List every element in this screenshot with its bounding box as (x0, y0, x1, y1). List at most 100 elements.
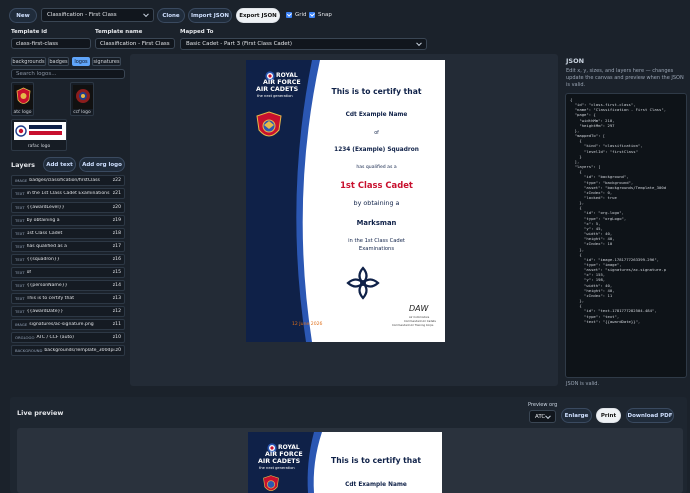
snap-checkbox[interactable] (309, 12, 315, 18)
export-json-button[interactable]: Export JSON (236, 8, 280, 23)
preview-brand-line-1: ROYAL (278, 444, 300, 451)
layer-name: {{awardLevel}} (26, 205, 65, 210)
layer-row[interactable]: TEXT by obtaining a z19 (11, 215, 125, 226)
print-button[interactable]: Print (596, 408, 621, 423)
preview-org-select[interactable]: ATC (529, 410, 556, 423)
chevron-down-icon (416, 40, 422, 47)
layer-row[interactable]: BACKGROUND backgrounds/Template_300dpi...… (11, 345, 125, 356)
layer-type: TEXT (15, 244, 25, 249)
layer-type: ORGLOGO (15, 335, 35, 340)
template-id-input[interactable]: class-first-class (11, 38, 91, 49)
json-title: JSON (566, 57, 585, 65)
preview-org-label: Preview org (528, 402, 558, 408)
chevron-down-icon (143, 11, 149, 18)
layer-name: of (26, 270, 32, 275)
layer-row[interactable]: TEXT {{awardLevel}} z20 (11, 202, 125, 213)
cert-level: Marksman (356, 219, 397, 227)
cert-exams-line-1: in the 1st Class Cadet (348, 238, 405, 244)
layer-z: z22 (112, 178, 121, 183)
snap-label: Snap (318, 12, 332, 18)
add-org-logo-button[interactable]: Add org logo (79, 157, 125, 172)
layer-z: z17 (112, 244, 121, 249)
preview-brand-line-4: the next generation (259, 466, 295, 470)
layer-z: z11 (112, 322, 121, 327)
preview-org-value: ATC (535, 413, 546, 420)
json-description: Edit x, y, sizes, and layers here — chan… (566, 68, 684, 88)
brand-line-2: AIR FORCE (263, 79, 301, 86)
layer-type: TEXT (15, 270, 25, 275)
logo-search-input[interactable]: Search logos... (11, 69, 125, 79)
layer-row[interactable]: ORGLOGO ATC / CCF (auto) z10 (11, 332, 125, 343)
enlarge-button[interactable]: Enlarge (561, 408, 592, 423)
tab-backgrounds[interactable]: backgrounds (11, 57, 46, 66)
cert-person-name: Cdt Example Name (345, 112, 408, 118)
logo-card-ccf[interactable]: ccf logo (70, 82, 94, 116)
layer-row[interactable]: TEXT {{squadron}} z16 (11, 254, 125, 265)
logo-card-rafac[interactable]: rafac logo (11, 119, 67, 151)
layer-row[interactable]: IMAGE signatures/ac-signature.png z11 (11, 319, 125, 330)
cert-exams-line-2: Examinations (358, 246, 395, 252)
layer-z: z0 (115, 348, 121, 353)
clone-button[interactable]: Clone (157, 8, 185, 23)
layer-type: TEXT (15, 205, 25, 210)
tab-signatures[interactable]: signatures (92, 57, 121, 66)
template-id-label: Template id (11, 29, 48, 35)
new-button[interactable]: New (9, 8, 37, 23)
layer-row[interactable]: TEXT has qualified as a z17 (11, 241, 125, 252)
layer-row[interactable]: TEXT 1st Class Cadet z18 (11, 228, 125, 239)
cert-of: of (374, 131, 379, 136)
logo-caption-atc: atc logo (13, 110, 32, 115)
json-editor-content: { "id": "class-first-class", "name": "Cl… (570, 97, 667, 324)
cert-date: 12 June 2026 (292, 322, 323, 327)
download-pdf-button[interactable]: Download PDF (626, 408, 674, 423)
logo-caption-ccf: ccf logo (73, 110, 91, 115)
layer-z: z19 (112, 218, 121, 223)
grid-checkbox[interactable] (286, 12, 292, 18)
logo-caption-rafac: rafac logo (27, 144, 51, 149)
add-text-button[interactable]: Add text (43, 157, 76, 172)
layer-row[interactable]: TEXT {{awardDate}} z12 (11, 306, 125, 317)
brand-line-1: ROYAL (276, 72, 298, 79)
mapped-to-value: Basic Cadet - Part 3 (First Class Cadet) (186, 41, 292, 47)
json-editor[interactable]: { "id": "class-first-class", "name": "Cl… (565, 93, 687, 378)
logo-search-placeholder: Search logos... (16, 71, 57, 77)
layer-name: signatures/ac-signature.png (29, 322, 94, 327)
layer-name: 1st Class Cadet (26, 231, 63, 236)
cert-qualified: has qualified as a (356, 165, 397, 170)
tab-badges[interactable]: badges (48, 57, 69, 66)
layer-row[interactable]: TEXT This is to certify that z13 (11, 293, 125, 304)
layer-row[interactable]: TEXT {{personName}} z14 (11, 280, 125, 291)
layer-row[interactable]: IMAGE badges/classification/firstClass z22 (11, 175, 125, 186)
layers-title: Layers (11, 161, 36, 169)
template-select[interactable]: Classification - First Class (41, 8, 154, 22)
template-name-value: Classification - First Class (100, 40, 170, 47)
cert-sig-title-3: Commandant Air Training Corps (392, 324, 434, 327)
preview-certificate: ROYAL AIR FORCE AIR CADETS the next gene… (248, 432, 442, 493)
layer-row[interactable]: TEXT of z15 (11, 267, 125, 278)
layer-name: has qualified as a (26, 244, 67, 249)
import-json-button[interactable]: Import JSON (188, 8, 232, 23)
layer-name: by obtaining a (26, 218, 60, 223)
layer-type: BACKGROUND (15, 348, 43, 353)
layer-row[interactable]: TEXT in the 1st Class Cadet Examinations z… (11, 188, 125, 199)
template-id-value: class-first-class (16, 40, 59, 47)
template-name-label: Template name (95, 29, 143, 35)
chevron-down-icon (545, 412, 551, 419)
logo-card-atc[interactable]: atc logo (11, 82, 34, 116)
layer-type: TEXT (15, 231, 25, 236)
tab-logos[interactable]: logos (72, 57, 90, 66)
certificate-canvas[interactable]: ROYAL AIR FORCE AIR CADETS the next gene… (246, 60, 445, 342)
layer-z: z16 (112, 257, 121, 262)
cert-heading: This is to certify that (331, 87, 422, 96)
cert-sig-title-1: Air Commodore (409, 316, 430, 319)
template-name-input[interactable]: Classification - First Class (95, 38, 175, 49)
mapped-to-label: Mapped To (180, 29, 214, 35)
layer-z: z20 (112, 205, 121, 210)
mapped-to-select[interactable]: Basic Cadet - Part 3 (First Class Cadet) (180, 38, 427, 50)
first-class-badge-icon (346, 266, 380, 300)
atc-logo-icon (14, 85, 33, 109)
cert-sig-title-2: Commandant Air Cadets (404, 320, 436, 323)
layer-type: TEXT (15, 296, 25, 301)
template-select-value: Classification - First Class (47, 12, 117, 18)
cert-by-obtaining: by obtaining a (353, 199, 400, 207)
